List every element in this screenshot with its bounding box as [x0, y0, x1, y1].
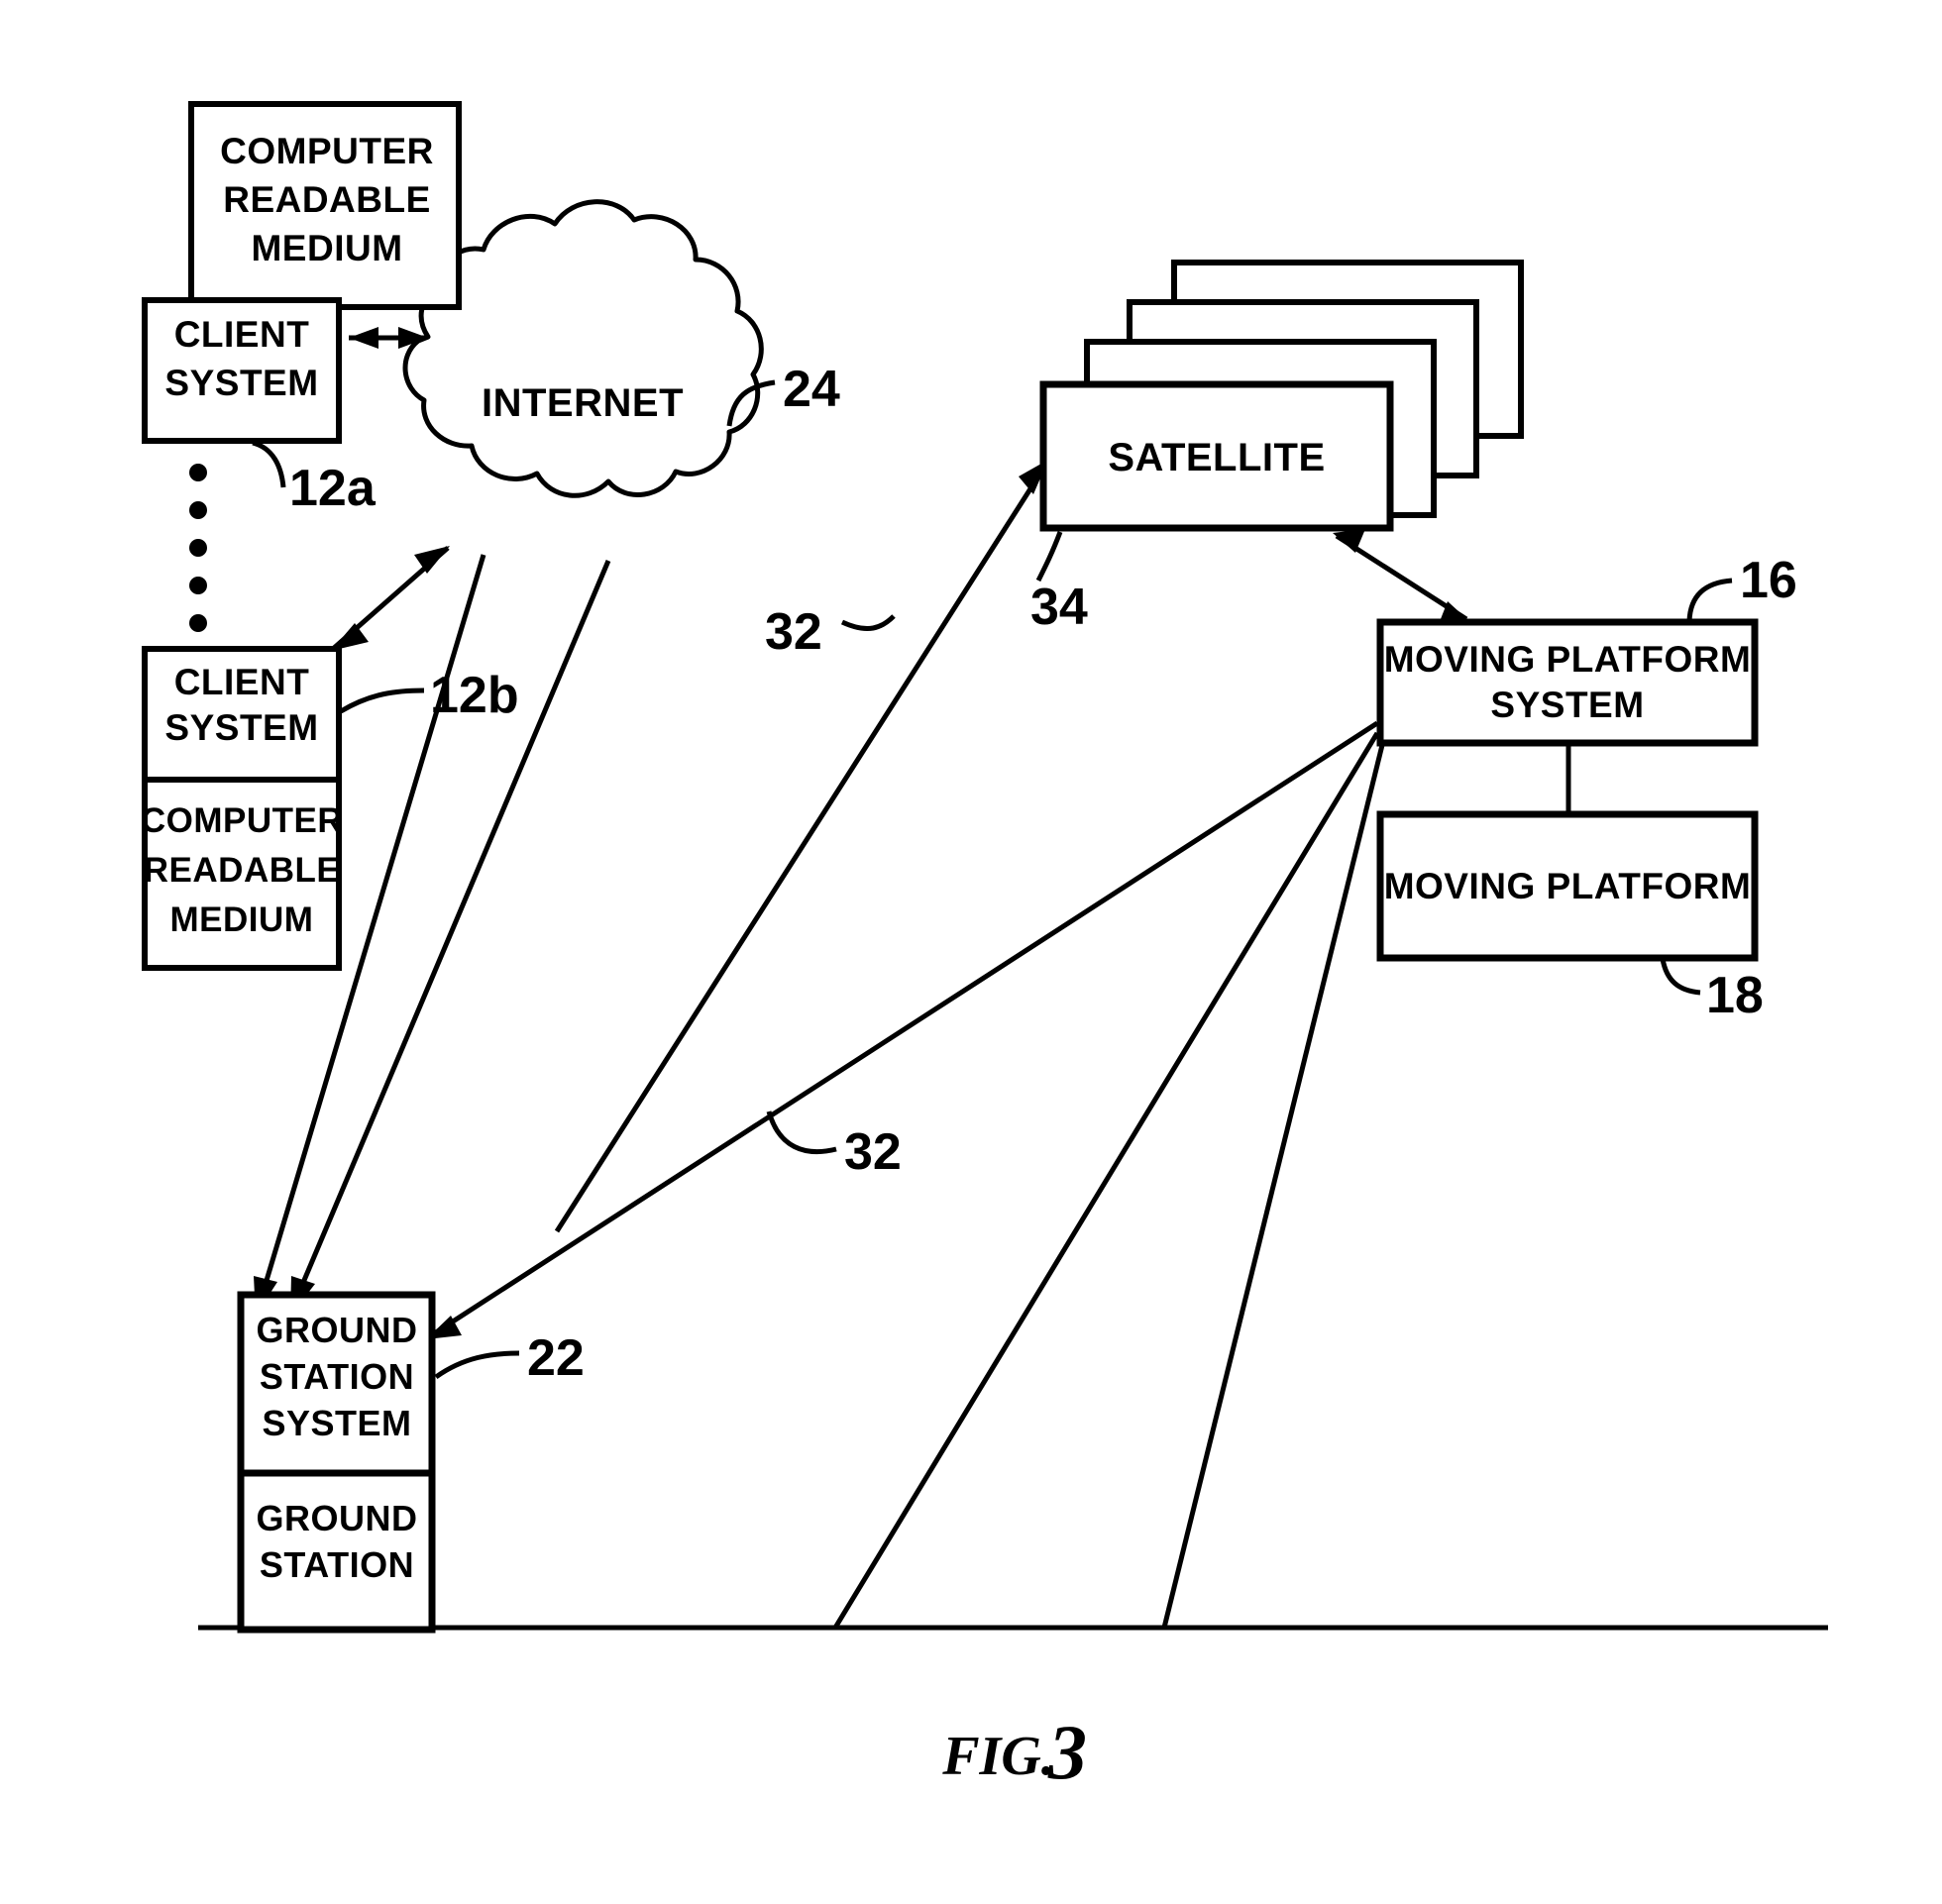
crm-bottom-line3: MEDIUM	[170, 900, 314, 939]
ref-number-16: 16	[1740, 552, 1797, 609]
ref-leader-34	[1035, 531, 1063, 582]
link-moving-platform-to-ground-station	[426, 720, 1379, 1339]
ref-leader-16	[1686, 578, 1733, 622]
client-system-b-line1: CLIENT	[174, 662, 310, 702]
crm-bottom-line1: COMPUTER	[141, 801, 343, 840]
moving-platform-label: MOVING PLATFORM	[1384, 866, 1752, 906]
patent-figure-3: INTERNET 24 COMPUTER READABLE MEDIUM CLI…	[0, 0, 1942, 1904]
link-moving-platform-ground-ray-2	[1161, 732, 1388, 1629]
satellite-label: SATELLITE	[1108, 436, 1325, 479]
ref-leader-18	[1660, 958, 1701, 996]
ref-number-22: 22	[527, 1329, 585, 1387]
ref-number-12a: 12a	[289, 460, 377, 517]
ref-number-24: 24	[783, 361, 840, 418]
link-satellite-to-moving-platform	[1333, 529, 1470, 624]
ground-station-system-line3: SYSTEM	[262, 1403, 411, 1443]
link-ground-station-to-satellite	[554, 460, 1048, 1233]
moving-platform-system-line1: MOVING PLATFORM	[1384, 639, 1752, 680]
ground-station-line1: GROUND	[257, 1498, 418, 1538]
crm-top-line3: MEDIUM	[251, 228, 402, 268]
ground-station-system-line2: STATION	[260, 1356, 414, 1397]
crm-top-line2: READABLE	[223, 179, 431, 220]
figure-caption-prefix: FIG.	[941, 1726, 1055, 1787]
ref-leader-32-upper	[840, 614, 896, 632]
ellipsis-dots	[189, 464, 207, 632]
ground-station-line2: STATION	[260, 1544, 414, 1585]
figure-caption-number: 3	[1047, 1709, 1087, 1795]
ref-leader-22	[434, 1350, 520, 1380]
link-client-b-to-internet	[331, 546, 450, 651]
internet-cloud-label: INTERNET	[482, 381, 684, 425]
figure-canvas: INTERNET 24 COMPUTER READABLE MEDIUM CLI…	[141, 101, 1828, 1795]
client-system-a-line2: SYSTEM	[164, 363, 318, 403]
ref-number-32-upper: 32	[765, 603, 822, 661]
ref-leader-12b	[339, 688, 425, 714]
crm-bottom-line2: READABLE	[144, 851, 340, 890]
ref-leader-12a	[252, 440, 286, 488]
ref-number-32-lower: 32	[844, 1123, 902, 1181]
ref-number-12b: 12b	[430, 667, 519, 724]
ref-leader-32-lower	[766, 1111, 837, 1155]
crm-top-line1: COMPUTER	[220, 131, 434, 171]
moving-platform-system-line2: SYSTEM	[1490, 685, 1644, 725]
ref-number-18: 18	[1706, 967, 1764, 1024]
client-system-b-line2: SYSTEM	[164, 707, 318, 748]
ground-station-system-line1: GROUND	[257, 1310, 418, 1350]
client-system-a-line1: CLIENT	[174, 314, 310, 355]
link-moving-platform-ground-ray-1	[832, 731, 1380, 1630]
ref-number-34: 34	[1030, 579, 1088, 636]
